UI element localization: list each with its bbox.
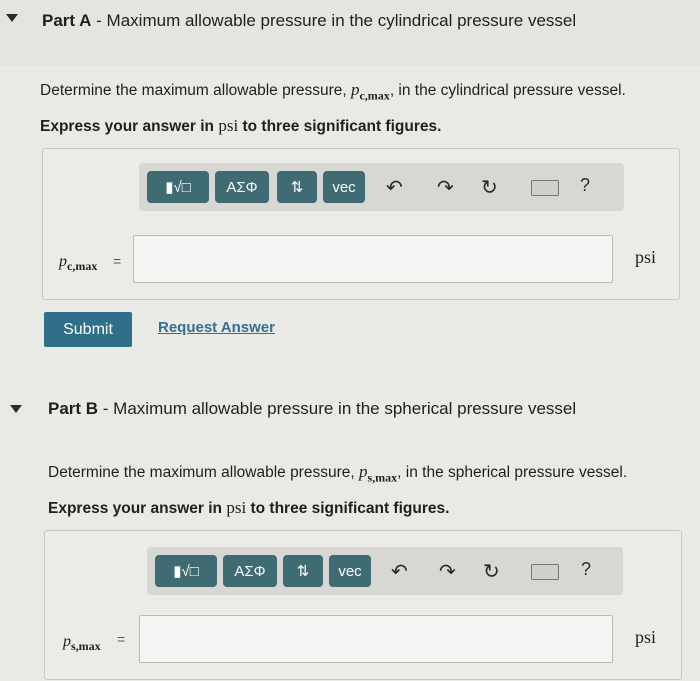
redo-icon[interactable]: ↷	[439, 559, 456, 584]
templates-button[interactable]: ▮√□	[155, 555, 217, 587]
help-icon[interactable]: ?	[581, 559, 591, 580]
part-a-lhs: pc,max	[59, 253, 98, 274]
request-answer-link[interactable]: Request Answer	[158, 319, 275, 336]
equals-sign: =	[117, 631, 126, 647]
greek-letters-button[interactable]: ΑΣΦ	[215, 171, 269, 203]
keyboard-icon[interactable]	[531, 180, 559, 196]
arrows-icon: ⇅	[290, 179, 304, 196]
part-a-header[interactable]	[0, 0, 700, 66]
templates-icon: ▮√□	[173, 563, 199, 580]
arrows-button[interactable]: ⇅	[277, 171, 317, 203]
arrows-button[interactable]: ⇅	[283, 555, 323, 587]
part-a-instructions: Express your answer in psi to three sign…	[40, 116, 442, 135]
variable-pc-max: pc,max	[350, 80, 390, 103]
part-b-answer-box: ▮√□ ΑΣΦ ⇅ vec ↶ ↷ ↻ ? ps,max = psi	[44, 530, 682, 680]
collapse-caret-icon[interactable]	[10, 405, 22, 413]
variable-ps-max: ps,max	[358, 462, 398, 485]
equals-sign: =	[113, 253, 122, 269]
help-icon[interactable]: ?	[580, 175, 590, 196]
greek-letters-button[interactable]: ΑΣΦ	[223, 555, 277, 587]
math-toolbar: ▮√□ ΑΣΦ ⇅ vec ↶ ↷ ↻ ?	[147, 547, 623, 595]
part-b-prompt: Determine the maximum allowable pressure…	[48, 462, 628, 485]
templates-icon: ▮√□	[165, 179, 191, 196]
part-b-unit: psi	[635, 627, 657, 647]
part-a-answer-input[interactable]	[133, 235, 613, 283]
vec-button[interactable]: vec	[323, 171, 365, 203]
submit-button[interactable]: Submit	[44, 312, 132, 347]
keyboard-icon[interactable]	[531, 564, 559, 580]
part-b-lhs: ps,max	[63, 633, 101, 654]
undo-icon[interactable]: ↶	[391, 559, 408, 584]
math-toolbar: ▮√□ ΑΣΦ ⇅ vec ↶ ↷ ↻ ?	[139, 163, 624, 211]
reset-icon[interactable]: ↻	[481, 175, 498, 200]
part-a-unit: psi	[635, 247, 657, 267]
templates-button[interactable]: ▮√□	[147, 171, 209, 203]
redo-icon[interactable]: ↷	[437, 175, 454, 200]
arrows-icon: ⇅	[296, 563, 310, 580]
collapse-caret-icon[interactable]	[6, 14, 18, 22]
part-a-title: Part A - Maximum allowable pressure in t…	[42, 11, 577, 30]
vec-button[interactable]: vec	[329, 555, 371, 587]
part-a-answer-box: ▮√□ ΑΣΦ ⇅ vec ↶ ↷ ↻ ? pc,max = psi	[42, 148, 680, 300]
part-a-prompt: Determine the maximum allowable pressure…	[40, 80, 626, 103]
part-b-instructions: Express your answer in psi to three sign…	[48, 498, 450, 517]
part-b-title: Part B - Maximum allowable pressure in t…	[48, 399, 577, 418]
part-b-answer-input[interactable]	[139, 615, 613, 663]
reset-icon[interactable]: ↻	[483, 559, 500, 584]
undo-icon[interactable]: ↶	[386, 175, 403, 200]
